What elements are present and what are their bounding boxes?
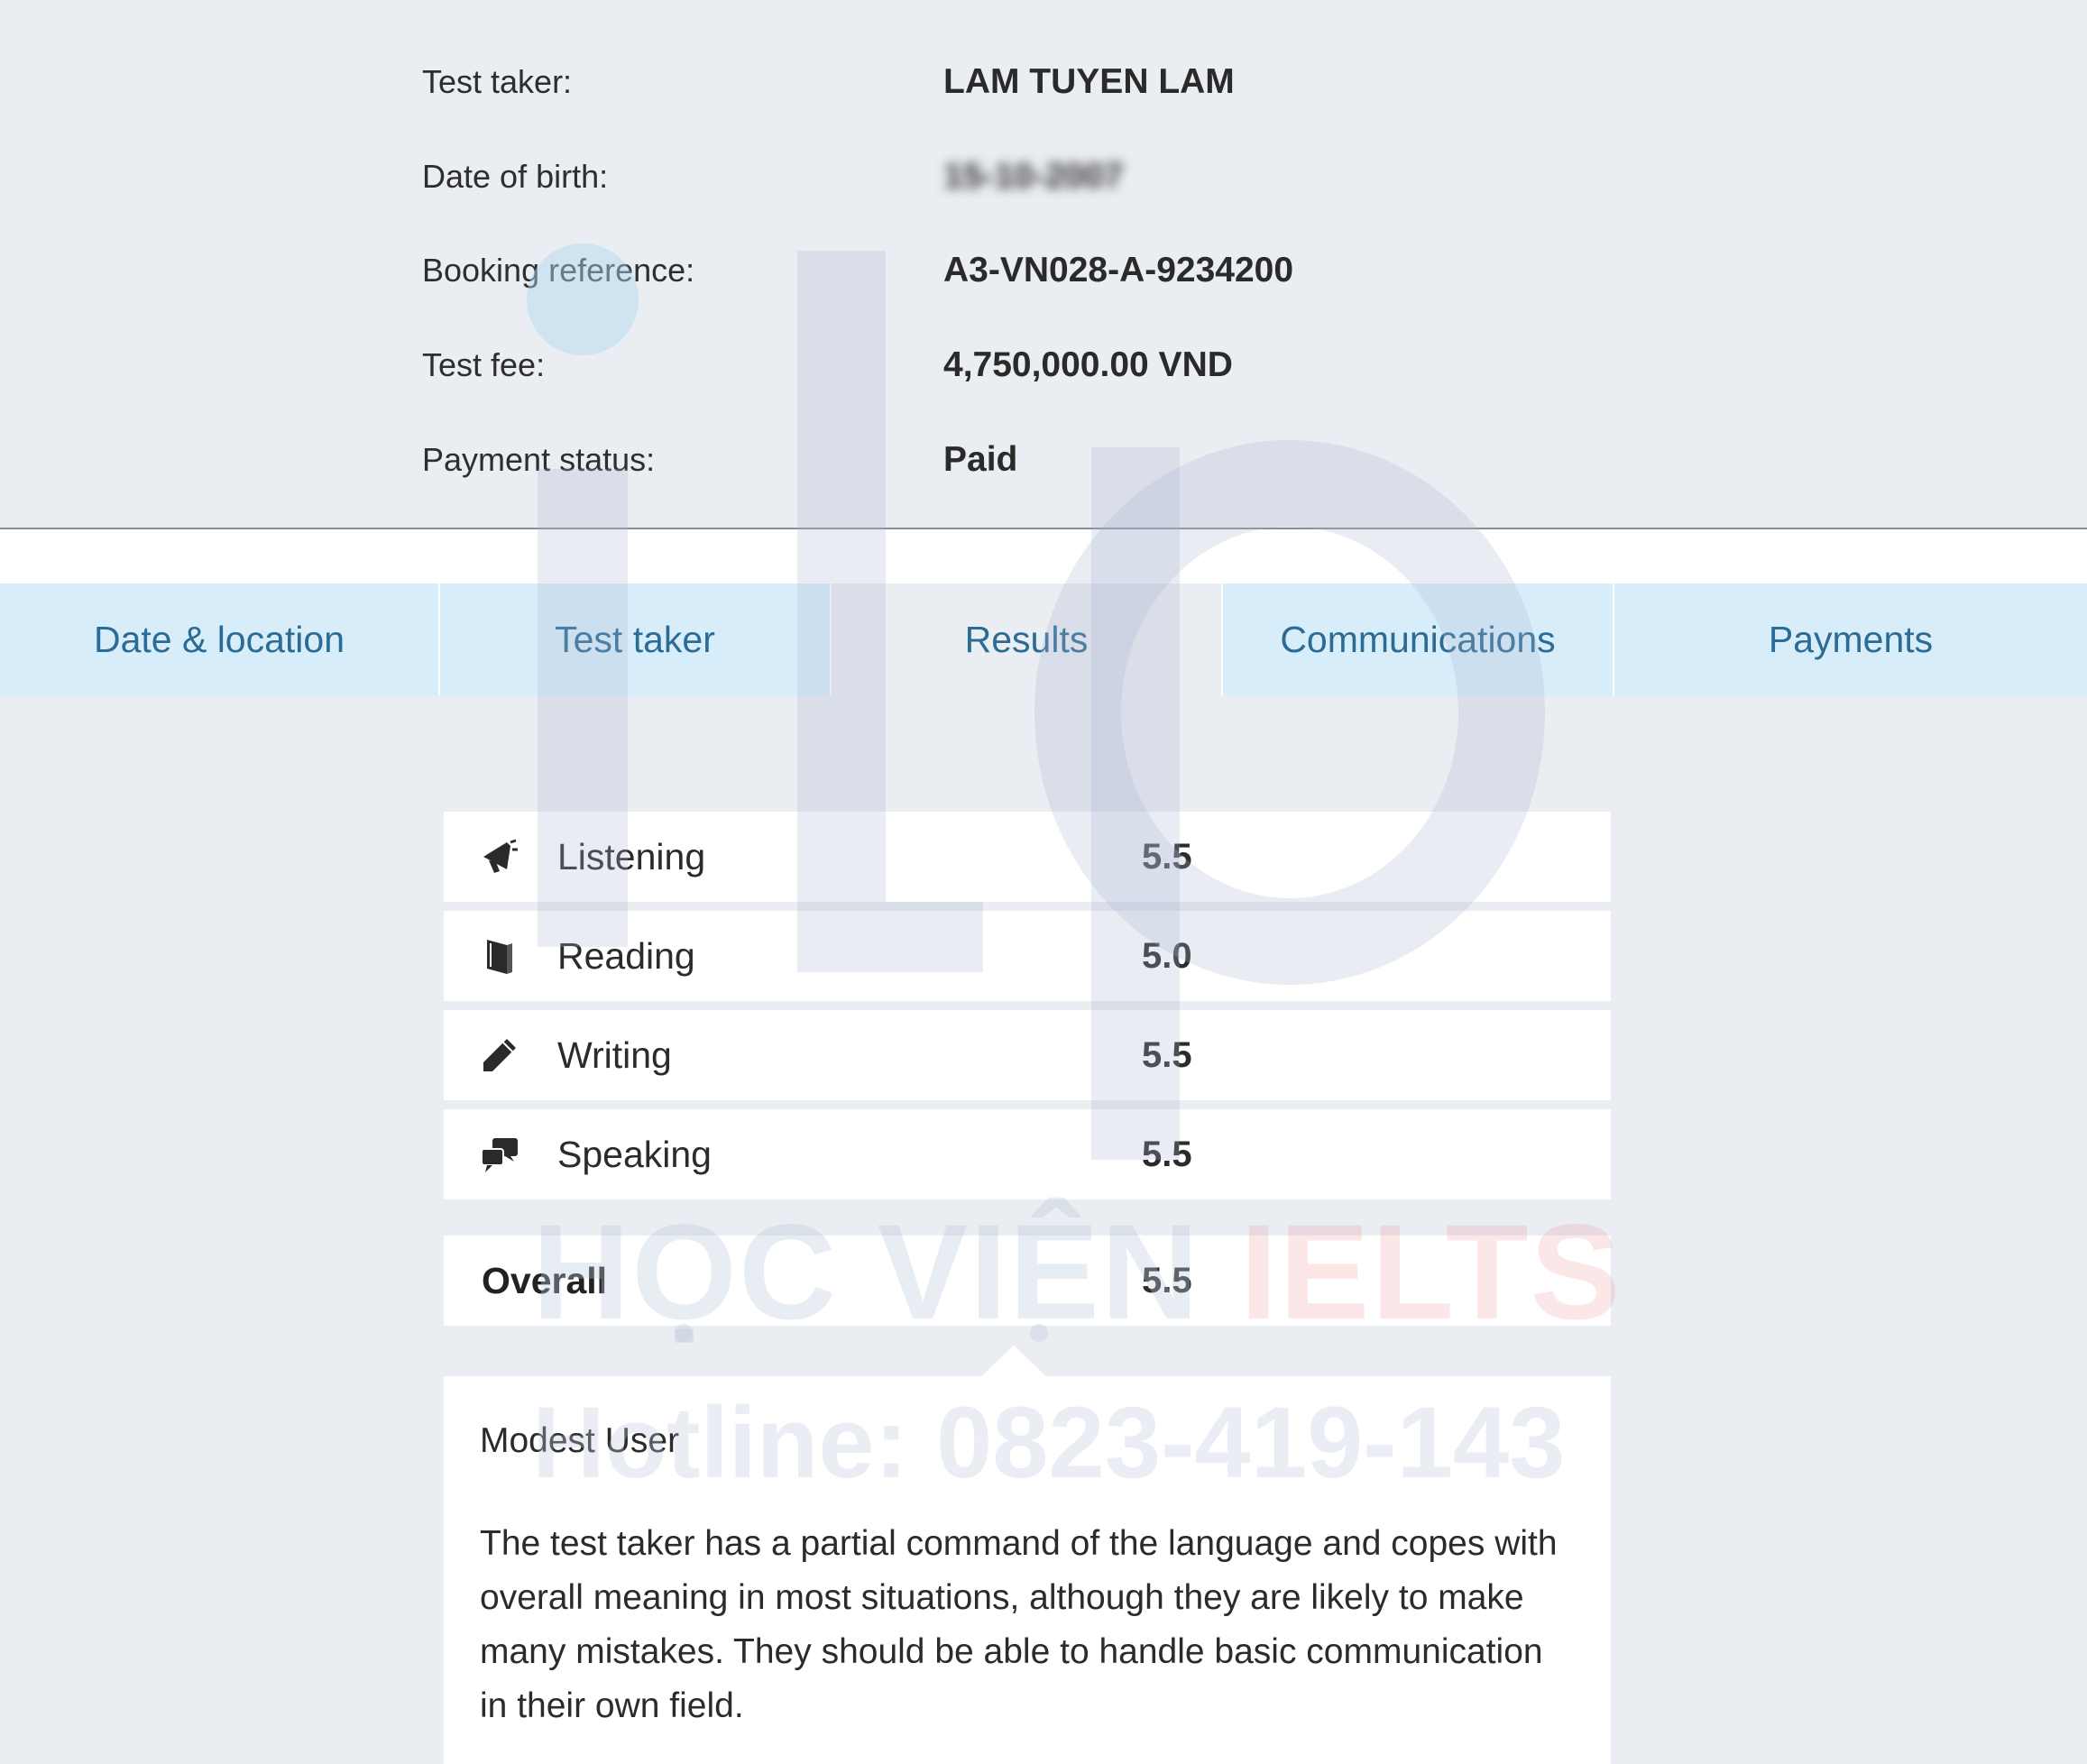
book-icon bbox=[480, 936, 519, 976]
dob-row: Date of birth: 15-10-2007 bbox=[422, 150, 1865, 204]
booking-details: Test taker: LAM TUYEN LAM Date of birth:… bbox=[0, 0, 2087, 528]
test-taker-value: LAM TUYEN LAM bbox=[943, 62, 1235, 101]
payment-status-value: Paid bbox=[943, 440, 1018, 479]
booking-reference-value: A3-VN028-A-9234200 bbox=[943, 251, 1294, 289]
test-fee-row: Test fee: 4,750,000.00 VND bbox=[422, 338, 1865, 392]
speech-bubbles-icon bbox=[480, 1135, 519, 1174]
tab-test-taker[interactable]: Test taker bbox=[440, 583, 832, 695]
tab-communications[interactable]: Communications bbox=[1223, 583, 1614, 695]
result-row-writing: Writing 5.5 bbox=[444, 1010, 1611, 1100]
tab-results[interactable]: Results bbox=[832, 583, 1223, 695]
band-description-panel: Modest User The test taker has a partial… bbox=[444, 1376, 1611, 1764]
white-band bbox=[0, 529, 2087, 583]
tab-date-location[interactable]: Date & location bbox=[0, 583, 440, 695]
band-title: Modest User bbox=[480, 1421, 680, 1460]
listening-score: 5.5 bbox=[1142, 837, 1192, 877]
test-taker-row: Test taker: LAM TUYEN LAM bbox=[422, 55, 1865, 109]
description-pointer bbox=[981, 1346, 1046, 1376]
tab-bar: Date & location Test taker Results Commu… bbox=[0, 583, 2087, 695]
dob-value: 15-10-2007 bbox=[943, 157, 1124, 196]
reading-score: 5.0 bbox=[1142, 936, 1192, 976]
payment-status-label: Payment status: bbox=[422, 441, 656, 478]
speaking-score: 5.5 bbox=[1142, 1135, 1192, 1174]
listening-label: Listening bbox=[557, 836, 706, 877]
overall-label: Overall bbox=[482, 1260, 608, 1301]
band-description-text: The test taker has a partial command of … bbox=[480, 1524, 1558, 1725]
booking-reference-row: Booking reference: A3-VN028-A-9234200 bbox=[422, 243, 1865, 298]
test-fee-label: Test fee: bbox=[422, 346, 546, 383]
result-row-overall: Overall 5.5 bbox=[444, 1236, 1611, 1326]
speaking-label: Speaking bbox=[557, 1134, 712, 1175]
dob-label: Date of birth: bbox=[422, 158, 609, 195]
writing-score: 5.5 bbox=[1142, 1035, 1192, 1075]
reading-label: Reading bbox=[557, 935, 695, 977]
result-row-reading: Reading 5.0 bbox=[444, 911, 1611, 1001]
megaphone-icon bbox=[480, 837, 519, 877]
booking-reference-label: Booking reference: bbox=[422, 252, 695, 289]
pencil-icon bbox=[480, 1035, 519, 1075]
result-row-listening: Listening 5.5 bbox=[444, 812, 1611, 902]
result-row-speaking: Speaking 5.5 bbox=[444, 1109, 1611, 1199]
tab-payments[interactable]: Payments bbox=[1614, 583, 2087, 695]
overall-score: 5.5 bbox=[1142, 1261, 1192, 1300]
test-fee-value: 4,750,000.00 VND bbox=[943, 345, 1233, 384]
test-taker-label: Test taker: bbox=[422, 63, 573, 100]
payment-status-row: Payment status: Paid bbox=[422, 433, 1865, 487]
writing-label: Writing bbox=[557, 1034, 672, 1076]
